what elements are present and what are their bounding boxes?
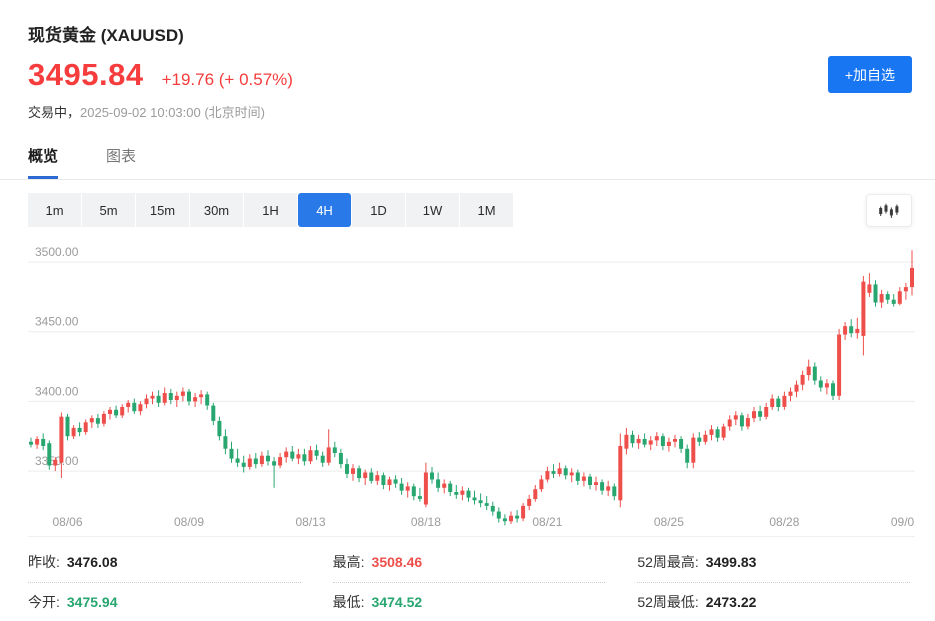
stat-prev-close: 昨收: 3476.08 bbox=[28, 543, 301, 583]
tab-chart[interactable]: 图表 bbox=[106, 145, 136, 179]
candlestick-chart-icon bbox=[878, 203, 900, 219]
period-button-1d[interactable]: 1D bbox=[352, 193, 405, 227]
period-selector: 1m5m15m30m1H4H1D1W1M bbox=[28, 193, 513, 227]
stat-label: 昨收: bbox=[28, 552, 60, 572]
stat-wk52-low: 52周最低: 2473.22 bbox=[637, 583, 910, 621]
period-button-30m[interactable]: 30m bbox=[190, 193, 243, 227]
period-button-4h[interactable]: 4H bbox=[298, 193, 351, 227]
stat-wk52-high: 52周最高: 3499.83 bbox=[637, 543, 910, 583]
stat-value: 3476.08 bbox=[67, 554, 118, 570]
stat-open: 今开: 3475.94 bbox=[28, 583, 301, 621]
stat-value: 3508.46 bbox=[372, 554, 423, 570]
stats-grid: 昨收: 3476.08 最高: 3508.46 52周最高: 3499.83 今开: 3475… bbox=[0, 543, 935, 621]
candlestick-chart[interactable]: 3500.003450.003400.003350.0008/0608/0908… bbox=[28, 236, 915, 536]
period-selector-row: 1m5m15m30m1H4H1D1W1M bbox=[0, 193, 935, 227]
stat-label: 最高: bbox=[333, 552, 365, 572]
x-axis-tick-label: 08/28 bbox=[769, 515, 799, 529]
period-button-5m[interactable]: 5m bbox=[82, 193, 135, 227]
current-price: 3495.84 bbox=[28, 57, 144, 93]
stat-low: 最低: 3474.52 bbox=[333, 583, 606, 621]
page-title: 现货黄金 (XAUUSD) bbox=[0, 0, 935, 46]
stat-label: 今开: bbox=[28, 592, 60, 612]
stat-label: 最低: bbox=[333, 592, 365, 612]
tab-overview[interactable]: 概览 bbox=[28, 145, 58, 179]
stat-value: 3474.52 bbox=[372, 594, 423, 610]
quote-timestamp: 2025-09-02 10:03:00 (北京时间) bbox=[80, 105, 265, 120]
period-button-1m[interactable]: 1m bbox=[28, 193, 81, 227]
y-axis-tick-label: 3400.00 bbox=[35, 384, 79, 398]
add-watchlist-button[interactable]: +加自选 bbox=[828, 56, 912, 93]
period-button-1m[interactable]: 1M bbox=[460, 193, 513, 227]
tab-bar: 概览 图表 bbox=[0, 145, 935, 180]
x-axis-tick-label: 08/21 bbox=[532, 515, 562, 529]
quote-page: 现货黄金 (XAUUSD) 3495.84 +19.76 (+ 0.57%) 交… bbox=[0, 0, 935, 621]
x-axis-tick-label: 08/25 bbox=[654, 515, 684, 529]
period-button-1h[interactable]: 1H bbox=[244, 193, 297, 227]
y-axis-tick-label: 3450.00 bbox=[35, 315, 79, 329]
period-button-1w[interactable]: 1W bbox=[406, 193, 459, 227]
x-axis-tick-label: 08/18 bbox=[411, 515, 441, 529]
y-axis-tick-label: 3500.00 bbox=[35, 245, 79, 259]
stat-value: 3499.83 bbox=[706, 554, 757, 570]
trading-status: 交易中，2025-09-02 10:03:00 (北京时间) bbox=[0, 102, 935, 121]
stat-label: 52周最高: bbox=[637, 552, 698, 572]
stat-value: 3475.94 bbox=[67, 594, 118, 610]
stat-label: 52周最低: bbox=[637, 592, 698, 612]
x-axis-tick-label: 08/13 bbox=[295, 515, 325, 529]
stat-high: 最高: 3508.46 bbox=[333, 543, 606, 583]
status-label: 交易中， bbox=[28, 105, 80, 120]
price-change: +19.76 (+ 0.57%) bbox=[162, 70, 293, 90]
chart-type-button[interactable] bbox=[866, 194, 912, 227]
price-chart[interactable]: 3500.003450.003400.003350.0008/0608/0908… bbox=[28, 236, 915, 537]
x-axis-tick-label: 08/06 bbox=[52, 515, 82, 529]
period-button-15m[interactable]: 15m bbox=[136, 193, 189, 227]
x-axis-tick-label: 09/02 bbox=[891, 515, 915, 529]
x-axis-tick-label: 08/09 bbox=[174, 515, 204, 529]
stat-value: 2473.22 bbox=[706, 594, 757, 610]
